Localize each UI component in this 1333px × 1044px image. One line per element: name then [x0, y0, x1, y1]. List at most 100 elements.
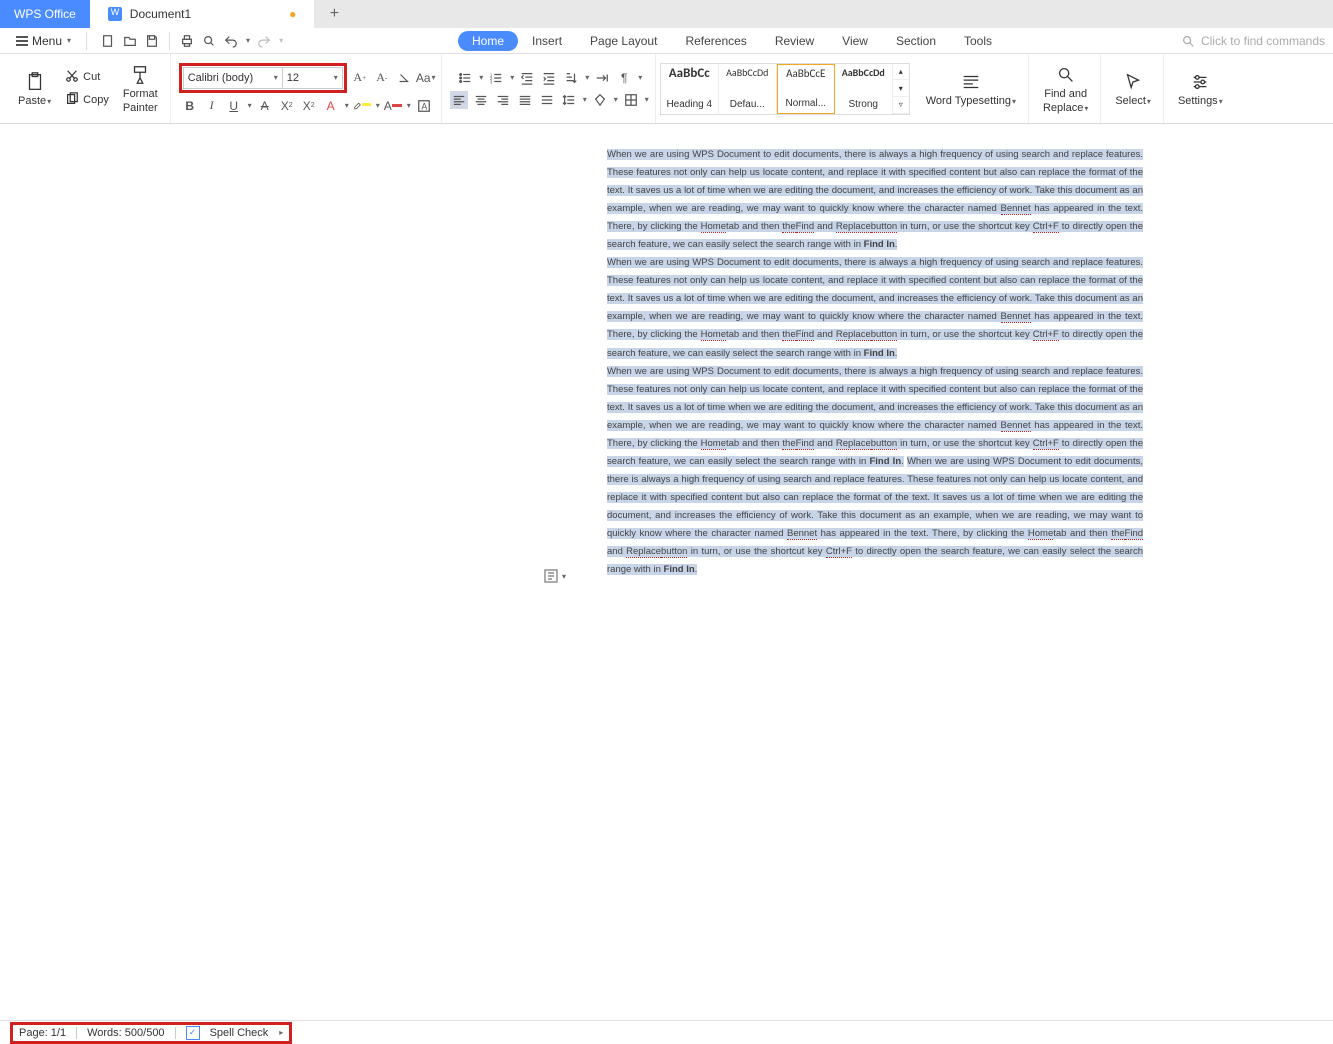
style-default[interactable]: AaBbCcDd Defau... [719, 64, 777, 114]
tab-section[interactable]: Section [882, 31, 950, 51]
style-scroll-down[interactable]: ▾ [893, 80, 909, 97]
new-file-icon[interactable] [100, 33, 116, 49]
page-area[interactable]: ▾ When we are using WPS Document to edit… [485, 124, 1333, 1020]
copy-icon [65, 92, 79, 109]
tab-page-layout[interactable]: Page Layout [576, 31, 671, 51]
style-gallery-scroll: ▴ ▾ ▿ [893, 64, 909, 114]
document-page: When we are using WPS Document to edit d… [605, 124, 1145, 609]
align-left-button[interactable] [450, 91, 468, 109]
document-name: Document1 [130, 7, 191, 21]
group-word-typesetting: Word Typesetting▾ [914, 54, 1029, 123]
status-highlight: Page: 1/1 Words: 500/500 ✓ Spell Check ▸ [10, 1022, 292, 1044]
numbering-button[interactable]: 123 [487, 69, 505, 87]
open-file-icon[interactable] [122, 33, 138, 49]
menu-button[interactable]: Menu ▾ [8, 32, 79, 50]
navigation-pane [0, 124, 485, 1020]
bold-button[interactable]: B [181, 97, 199, 115]
copy-button[interactable]: Copy [61, 90, 113, 111]
tab-view[interactable]: View [828, 31, 882, 51]
status-bar: Page: 1/1 Words: 500/500 ✓ Spell Check ▸ [0, 1020, 1333, 1044]
character-border-button[interactable]: A [415, 97, 433, 115]
align-center-button[interactable] [472, 91, 490, 109]
svg-text:3: 3 [490, 79, 493, 84]
unsaved-indicator-icon: ● [289, 7, 296, 21]
hamburger-icon [16, 36, 28, 46]
paste-button[interactable]: Paste▾ [12, 69, 57, 109]
tab-tools[interactable]: Tools [950, 31, 1006, 51]
tab-settings-button[interactable] [593, 69, 611, 87]
print-icon[interactable] [179, 33, 195, 49]
spell-check-icon: ✓ [186, 1026, 200, 1040]
title-bar: WPS Office Document1 ● + [0, 0, 1333, 28]
paste-icon [24, 71, 46, 93]
group-styles: AaBbCc Heading 4 AaBbCcDd Defau... AaBbC… [658, 54, 912, 123]
status-spell-check[interactable]: Spell Check [210, 1027, 269, 1039]
clear-format-button[interactable] [395, 69, 413, 87]
italic-button[interactable]: I [203, 97, 221, 115]
undo-icon[interactable] [223, 33, 239, 49]
align-justify-button[interactable] [516, 91, 534, 109]
align-right-button[interactable] [494, 91, 512, 109]
grow-font-button[interactable]: A+ [351, 69, 369, 87]
new-tab-button[interactable]: + [314, 0, 354, 28]
chevron-down-icon: ▾ [562, 572, 566, 581]
find-replace-button[interactable]: Find and Replace▾ [1037, 62, 1094, 116]
redo-icon[interactable] [256, 33, 272, 49]
search-icon [1181, 34, 1195, 48]
settings-button[interactable]: Settings▾ [1172, 69, 1229, 109]
tab-insert[interactable]: Insert [518, 31, 576, 51]
tab-references[interactable]: References [671, 31, 760, 51]
show-marks-button[interactable]: ¶ [615, 69, 633, 87]
style-scroll-up[interactable]: ▴ [893, 64, 909, 81]
increase-indent-button[interactable] [540, 69, 558, 87]
font-controls-highlight: Calibri (body)▾ 12▾ [179, 63, 347, 93]
chevron-right-icon[interactable]: ▸ [279, 1028, 283, 1037]
cut-button[interactable]: Cut [61, 67, 113, 88]
chevron-down-icon: ▾ [274, 73, 278, 82]
format-painter-button[interactable]: Format Painter [117, 62, 164, 116]
tab-home[interactable]: Home [458, 31, 518, 51]
document-tab[interactable]: Document1 ● [90, 0, 315, 28]
settings-icon [1189, 71, 1211, 93]
word-typesetting-button[interactable]: Word Typesetting▾ [920, 69, 1022, 109]
style-normal[interactable]: AaBbCcE Normal... [777, 64, 835, 114]
subscript-button[interactable]: X2 [300, 97, 318, 115]
bullets-button[interactable] [456, 69, 474, 87]
font-size-combo[interactable]: 12▾ [283, 67, 343, 89]
find-replace-icon [1055, 64, 1077, 86]
font-name-combo[interactable]: Calibri (body)▾ [183, 67, 283, 89]
strikethrough-button[interactable]: A [256, 97, 274, 115]
cut-icon [65, 69, 79, 86]
document-body[interactable]: When we are using WPS Document to edit d… [605, 124, 1145, 609]
style-strong[interactable]: AaBbCcDd Strong [835, 64, 893, 114]
undo-dropdown-icon[interactable]: ▾ [246, 36, 250, 45]
highlight-button[interactable] [353, 97, 371, 115]
select-button[interactable]: Select▾ [1109, 69, 1157, 109]
sort-button[interactable] [562, 69, 580, 87]
status-page[interactable]: Page: 1/1 [19, 1027, 66, 1039]
paragraph-layout-tool[interactable]: ▾ [543, 568, 566, 584]
save-icon[interactable] [144, 33, 160, 49]
text-effects-button[interactable]: A [322, 97, 340, 115]
tab-review[interactable]: Review [761, 31, 828, 51]
shrink-font-button[interactable]: A- [373, 69, 391, 87]
status-words[interactable]: Words: 500/500 [87, 1027, 164, 1039]
workspace: ▾ When we are using WPS Document to edit… [0, 124, 1333, 1020]
search-commands[interactable]: Click to find commands [1181, 34, 1325, 48]
style-heading4[interactable]: AaBbCc Heading 4 [661, 64, 719, 114]
style-gallery-expand[interactable]: ▿ [893, 97, 909, 114]
superscript-button[interactable]: X2 [278, 97, 296, 115]
print-preview-icon[interactable] [201, 33, 217, 49]
font-color-button[interactable]: A [384, 97, 402, 115]
shading-button[interactable] [591, 91, 609, 109]
change-case-button[interactable]: Aa▾ [417, 69, 435, 87]
redo-dropdown-icon[interactable]: ▾ [279, 36, 283, 45]
paragraph-tool-icon [543, 568, 559, 584]
chevron-down-icon: ▾ [67, 36, 71, 45]
ribbon-home: Paste▾ Cut Copy Format Painter [0, 54, 1333, 124]
borders-button[interactable] [622, 91, 640, 109]
line-spacing-button[interactable] [560, 91, 578, 109]
underline-button[interactable]: U [225, 97, 243, 115]
distribute-button[interactable] [538, 91, 556, 109]
decrease-indent-button[interactable] [518, 69, 536, 87]
